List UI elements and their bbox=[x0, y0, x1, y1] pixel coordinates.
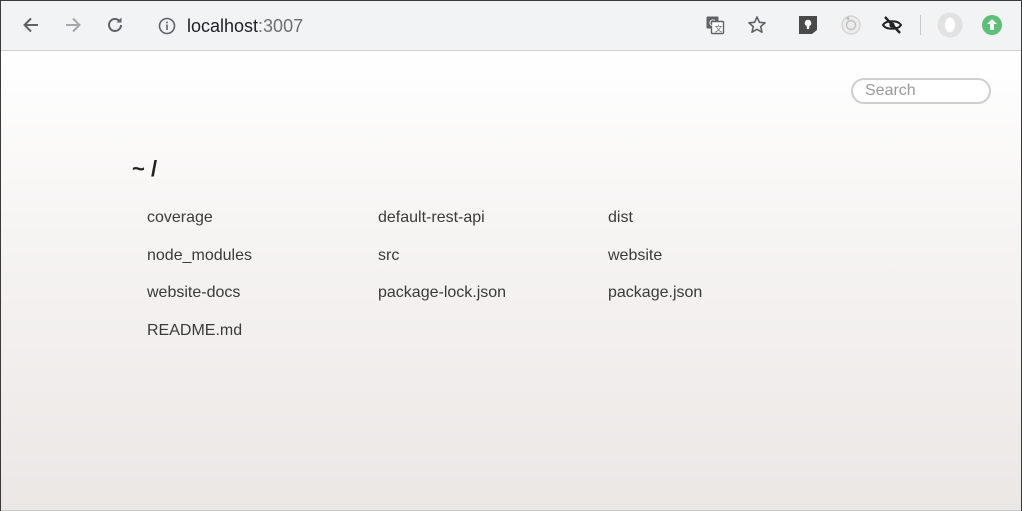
keep-icon bbox=[799, 16, 817, 34]
arrow-right-icon bbox=[66, 17, 81, 33]
file-link[interactable]: package.json bbox=[608, 284, 702, 302]
file-link[interactable]: package-lock.json bbox=[378, 284, 506, 302]
forward-button[interactable] bbox=[61, 13, 85, 37]
hidden-eye-icon bbox=[881, 16, 903, 34]
info-icon[interactable] bbox=[158, 17, 176, 35]
file-link[interactable]: README.md bbox=[147, 322, 242, 340]
profile-button[interactable] bbox=[937, 12, 963, 38]
toolbar-separator bbox=[920, 15, 921, 35]
lens-icon bbox=[841, 15, 861, 35]
arrow-left-icon bbox=[23, 17, 38, 33]
translate-button[interactable]: G 文 bbox=[703, 13, 727, 37]
back-button[interactable] bbox=[19, 13, 43, 37]
update-arrow-icon bbox=[982, 15, 1002, 35]
file-link[interactable]: website bbox=[608, 247, 662, 265]
hidden-extension-button[interactable] bbox=[880, 13, 904, 37]
current-path-heading: ~ / bbox=[132, 156, 158, 181]
browser-toolbar: localhost:3007 G 文 bbox=[1, 1, 1021, 51]
file-link[interactable]: node_modules bbox=[147, 247, 252, 265]
update-button[interactable] bbox=[980, 13, 1004, 37]
lens-extension-button[interactable] bbox=[839, 13, 863, 37]
translate-icon: G 文 bbox=[706, 16, 725, 35]
avatar-icon bbox=[937, 12, 963, 38]
reload-button[interactable] bbox=[103, 13, 127, 37]
url-port: :3007 bbox=[258, 16, 304, 36]
file-link[interactable]: website-docs bbox=[147, 284, 240, 302]
file-link[interactable]: coverage bbox=[147, 209, 213, 227]
search-input[interactable] bbox=[851, 78, 991, 104]
reload-icon bbox=[108, 17, 122, 32]
bookmark-button[interactable] bbox=[745, 13, 769, 37]
url-text: localhost:3007 bbox=[187, 16, 303, 37]
file-link[interactable]: dist bbox=[608, 209, 633, 227]
keep-extension-button[interactable] bbox=[796, 13, 820, 37]
browser-window: localhost:3007 G 文 Search ~ / coverage d… bbox=[1, 1, 1021, 511]
star-icon bbox=[748, 16, 766, 33]
url-host: localhost bbox=[187, 16, 259, 36]
directory-listing-page: ~ / coverage default-rest-api dist node_… bbox=[1, 51, 1021, 511]
file-link[interactable]: default-rest-api bbox=[378, 209, 485, 227]
svg-text:文: 文 bbox=[715, 24, 723, 34]
file-link[interactable]: src bbox=[378, 247, 399, 265]
